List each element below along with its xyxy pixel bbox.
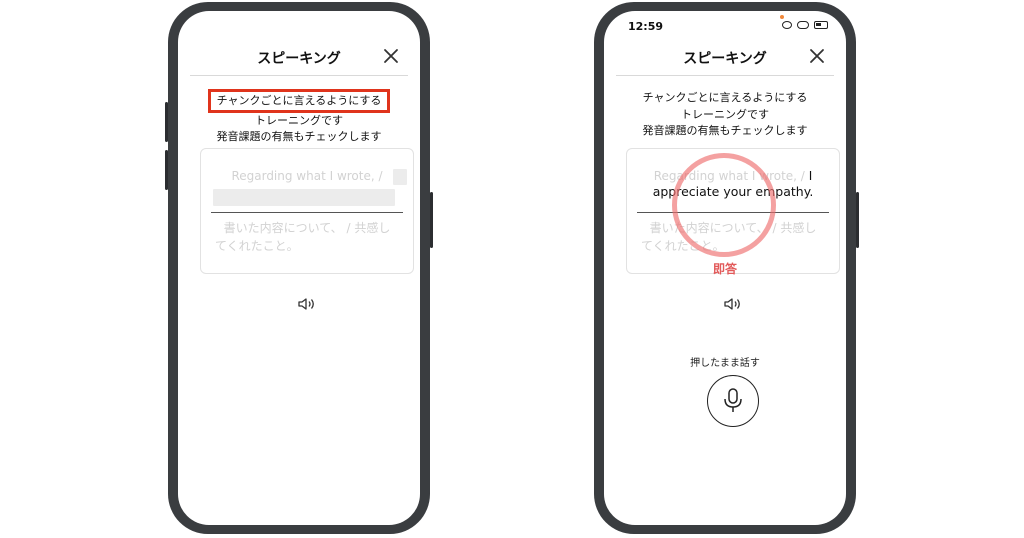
annotation-label: 即答	[712, 262, 737, 276]
japanese-translation: 書いた内容について、 / 共感し てくれたこと。	[215, 221, 391, 253]
close-icon	[384, 49, 398, 63]
phone-side-button	[165, 102, 168, 142]
close-icon	[810, 49, 824, 63]
wifi-icon	[797, 21, 809, 29]
instruction-line: トレーニングです	[255, 114, 343, 127]
phone-power-button	[856, 192, 859, 248]
highlighted-instruction: チャンクごとに言えるようにする	[207, 89, 391, 113]
sentence-card: Regarding what I wrote, / 書いた内容について、 / 共…	[200, 148, 414, 274]
instructions: チャンクごとに言えるようにする トレーニングです 発音課題の有無もチェックします	[604, 89, 846, 139]
speaker-icon	[298, 298, 314, 310]
link-icon	[782, 21, 792, 29]
instruction-line: 発音課題の有無もチェックします	[642, 124, 808, 137]
speaker-button[interactable]	[298, 296, 316, 310]
hidden-text-bar	[393, 169, 407, 185]
answer-start: I	[808, 169, 813, 183]
speaker-icon	[724, 298, 740, 310]
instruction-line: トレーニングです	[681, 108, 769, 121]
instruction-line: 発音課題の有無もチェックします	[216, 130, 382, 143]
phone-power-button	[430, 192, 433, 248]
card-divider	[211, 212, 403, 213]
hold-to-speak-label: 押したまま話す	[690, 358, 760, 369]
instruction-line: チャンクごとに言えるようにする	[642, 91, 808, 104]
notification-dot	[780, 15, 784, 19]
status-bar: 12:59	[604, 11, 846, 39]
header-divider	[190, 75, 408, 76]
instructions: チャンクごとに言えるようにする トレーニングです 発音課題の有無もチェックします	[178, 89, 420, 145]
phone-right: 12:59 スピーキング チャンクごとに言えるようにする トレーニングです 発音…	[594, 2, 859, 534]
microphone-icon	[724, 388, 742, 412]
battery-icon	[814, 21, 828, 29]
status-time: 12:59	[628, 20, 664, 33]
phone-side-button	[165, 150, 168, 190]
screen: 12:59 スピーキング チャンクごとに言えるようにする トレーニングです 発音…	[604, 11, 846, 525]
header-divider	[616, 75, 834, 76]
screen: スピーキング チャンクごとに言えるようにする トレーニングです 発音課題の有無も…	[178, 11, 420, 525]
speaker-button[interactable]	[724, 296, 742, 310]
highlight-circle	[672, 153, 776, 257]
microphone-button[interactable]	[707, 375, 759, 427]
close-button[interactable]	[808, 47, 826, 65]
close-button[interactable]	[382, 47, 400, 65]
hidden-text-bar	[213, 189, 395, 206]
english-sentence: Regarding what I wrote, /	[231, 169, 383, 183]
phone-left: スピーキング チャンクごとに言えるようにする トレーニングです 発音課題の有無も…	[165, 2, 433, 534]
